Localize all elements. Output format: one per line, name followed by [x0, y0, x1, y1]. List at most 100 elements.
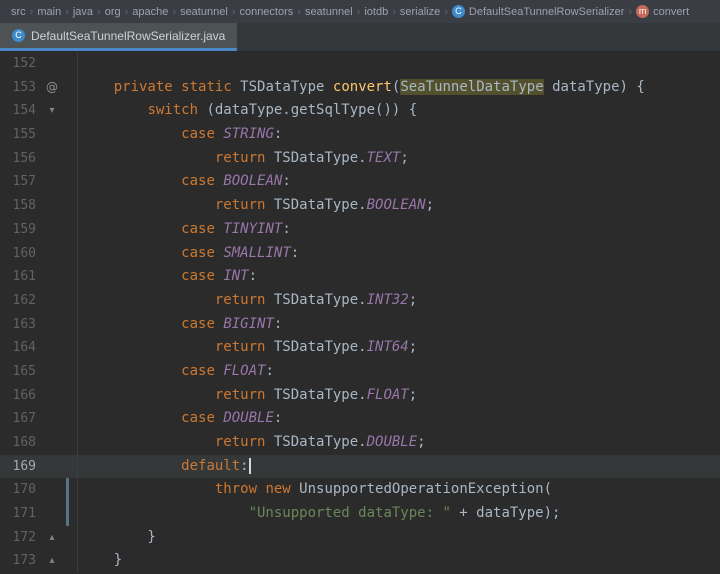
text-caret [248, 457, 251, 474]
token: ; [408, 386, 418, 403]
code-line-157[interactable]: 157 case BOOLEAN: [0, 170, 720, 195]
code-line-156[interactable]: 156 return TSDataType.TEXT; [0, 146, 720, 171]
code-line-155[interactable]: 155 case STRING: [0, 123, 720, 147]
gutter[interactable]: 172 ▴ [0, 525, 78, 550]
gutter[interactable]: 167 [0, 407, 78, 431]
code-text[interactable]: case STRING: [78, 123, 720, 147]
gutter[interactable]: 173 ▴ [0, 549, 78, 574]
breadcrumb-item-seatunnel[interactable]: seatunnel [177, 6, 231, 18]
code-line-160[interactable]: 160 case SMALLINT: [0, 241, 720, 266]
code-line-152[interactable]: 152 [0, 52, 720, 76]
token: UnsupportedOperationException( [290, 481, 553, 498]
code-line-169[interactable]: 169 default: [0, 454, 720, 479]
gutter[interactable]: 162 [0, 288, 78, 313]
token: return [214, 291, 266, 308]
breadcrumb-item-convert[interactable]: m convert [633, 5, 692, 18]
code-text[interactable]: case FLOAT: [78, 360, 720, 384]
code-line-173[interactable]: 173 ▴ } [0, 549, 720, 574]
code-text[interactable]: case DOUBLE: [78, 407, 720, 431]
breadcrumb-item-apache[interactable]: apache [129, 6, 171, 18]
code-line-164[interactable]: 164 return TSDataType.INT64; [0, 336, 720, 360]
code-text[interactable]: return TSDataType.BOOLEAN; [78, 194, 720, 218]
code-text[interactable]: throw new UnsupportedOperationException( [78, 478, 720, 502]
code-text[interactable]: return TSDataType.INT64; [78, 336, 720, 360]
gutter[interactable]: 166 [0, 383, 78, 408]
code-text[interactable]: case INT: [78, 265, 720, 289]
code-line-165[interactable]: 165 case FLOAT: [0, 359, 720, 384]
line-number: 166 [12, 387, 36, 403]
code-text[interactable]: return TSDataType.FLOAT; [78, 384, 720, 408]
tab-label: DefaultSeaTunnelRowSerializer.java [31, 28, 226, 43]
code-line-167[interactable]: 167 case DOUBLE: [0, 407, 720, 431]
gutter[interactable]: 159 [0, 217, 78, 242]
gutter[interactable]: 169 [0, 454, 78, 479]
code-line-168[interactable]: 168 return TSDataType.DOUBLE; [0, 431, 720, 455]
breadcrumb-item-src[interactable]: src [8, 6, 29, 18]
code-text[interactable]: return TSDataType.INT32; [78, 289, 720, 313]
code-text[interactable]: case BOOLEAN: [78, 170, 720, 194]
gutter[interactable]: 164 [0, 336, 78, 360]
code-editor[interactable]: 152 153 @ private static TSDataType conver… [0, 52, 720, 574]
token: : [282, 173, 291, 190]
code-line-159[interactable]: 159 case TINYINT: [0, 217, 720, 242]
breadcrumb-item-serialize[interactable]: serialize [397, 6, 443, 18]
at-gutter-icon[interactable]: @ [36, 76, 68, 100]
breadcrumb-separator-icon: › [444, 5, 448, 18]
gutter[interactable]: 154 ▾ [0, 99, 78, 124]
gutter[interactable]: 165 [0, 359, 78, 384]
gutter[interactable]: 171 [0, 502, 78, 526]
gutter[interactable]: 158 [0, 194, 78, 218]
code-text[interactable]: case TINYINT: [78, 218, 720, 242]
code-text[interactable]: return TSDataType.DOUBLE; [78, 431, 720, 455]
code-line-162[interactable]: 162 return TSDataType.INT32; [0, 288, 720, 313]
code-text[interactable]: private static TSDataType convert(SeaTun… [78, 76, 720, 100]
editor-tab[interactable]: C DefaultSeaTunnelRowSerializer.java [0, 23, 238, 51]
code-line-161[interactable]: 161 case INT: [0, 265, 720, 289]
gutter[interactable]: 156 [0, 146, 78, 171]
breadcrumb-item-connectors[interactable]: connectors [236, 6, 296, 18]
breadcrumb-label: convert [653, 5, 690, 18]
code-text[interactable]: case SMALLINT: [78, 242, 720, 266]
breadcrumb-item-iotdb[interactable]: iotdb [361, 6, 391, 18]
code-text[interactable]: case BIGINT: [78, 313, 720, 337]
code-text[interactable]: default: [78, 455, 720, 479]
token: TSDataType. [265, 386, 367, 403]
code-text[interactable]: } [78, 526, 720, 550]
code-line-166[interactable]: 166 return TSDataType.FLOAT; [0, 383, 720, 408]
chevron-up-gutter-icon[interactable]: ▴ [36, 549, 68, 573]
gutter[interactable]: 152 [0, 52, 78, 76]
breadcrumb-item-org[interactable]: org [102, 6, 124, 18]
gutter[interactable]: 161 [0, 265, 78, 289]
breadcrumb-item-seatunnel[interactable]: seatunnel [302, 6, 356, 18]
gutter[interactable]: 157 [0, 170, 78, 195]
code-text[interactable]: return TSDataType.TEXT; [78, 147, 720, 171]
gutter[interactable]: 153 @ [0, 75, 78, 100]
breadcrumb-item-defaultseatunnelrowserializer[interactable]: C DefaultSeaTunnelRowSerializer [449, 5, 628, 18]
code-line-171[interactable]: 171 "Unsupported dataType: " + dataType)… [0, 502, 720, 526]
code-text[interactable]: switch (dataType.getSqlType()) { [78, 99, 720, 123]
breadcrumb-item-java[interactable]: java [70, 6, 96, 18]
breadcrumb-item-main[interactable]: main [34, 6, 64, 18]
code-text[interactable]: } [78, 549, 720, 573]
code-text[interactable] [78, 52, 720, 76]
code-line-170[interactable]: 170 throw new UnsupportedOperationExcept… [0, 478, 720, 503]
chevron-up-gutter-icon[interactable]: ▴ [36, 526, 68, 550]
chevron-down-gutter-icon[interactable]: ▾ [36, 99, 68, 123]
token: throw [214, 481, 258, 498]
gutter[interactable]: 160 [0, 241, 78, 266]
gutter[interactable]: 155 [0, 123, 78, 147]
breadcrumb-separator-icon: › [356, 5, 361, 18]
code-text[interactable]: "Unsupported dataType: " + dataType); [78, 502, 720, 526]
token: : [282, 220, 291, 237]
gutter[interactable]: 168 [0, 431, 78, 455]
code-line-163[interactable]: 163 case BIGINT: [0, 312, 720, 337]
code-line-172[interactable]: 172 ▴ } [0, 525, 720, 550]
code-line-158[interactable]: 158 return TSDataType.BOOLEAN; [0, 194, 720, 218]
code-line-154[interactable]: 154 ▾ switch (dataType.getSqlType()) { [0, 99, 720, 124]
gutter[interactable]: 170 [0, 478, 78, 503]
token: new [265, 481, 291, 498]
token: switch [147, 102, 199, 119]
gutter[interactable]: 163 [0, 312, 78, 337]
code-line-153[interactable]: 153 @ private static TSDataType convert(S… [0, 75, 720, 100]
